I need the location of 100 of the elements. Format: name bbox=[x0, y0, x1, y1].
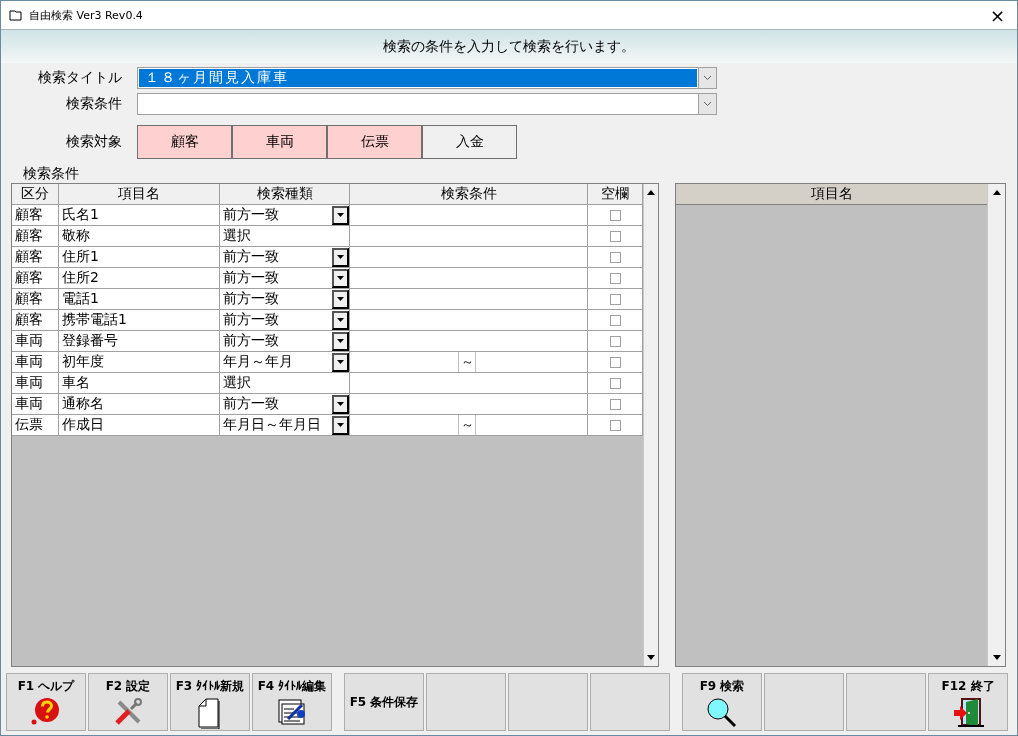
blank-key[interactable] bbox=[508, 673, 588, 731]
scrollbar[interactable] bbox=[987, 184, 1005, 666]
dropdown-button[interactable] bbox=[332, 268, 349, 288]
tools-icon bbox=[113, 697, 143, 727]
checkbox[interactable] bbox=[609, 398, 621, 410]
blank-key[interactable] bbox=[426, 673, 506, 731]
header-banner: 検索の条件を入力して検索を行います。 bbox=[1, 29, 1017, 63]
scrollbar[interactable] bbox=[643, 184, 658, 666]
checkbox[interactable] bbox=[609, 272, 621, 284]
match-type-dropdown[interactable]: 前方一致 bbox=[220, 268, 350, 289]
table-cell: 敬称 bbox=[59, 226, 220, 247]
dropdown-button[interactable] bbox=[332, 247, 349, 267]
table-cell: 住所1 bbox=[59, 247, 220, 268]
condition-input[interactable] bbox=[350, 205, 588, 226]
condition-input[interactable] bbox=[350, 226, 588, 247]
condition-input[interactable] bbox=[350, 331, 588, 352]
dropdown-button[interactable] bbox=[332, 310, 349, 330]
target-toggle[interactable]: 伝票 bbox=[327, 125, 422, 159]
table-cell: 登録番号 bbox=[59, 331, 220, 352]
function-key[interactable]: F1 ヘルプ bbox=[6, 673, 86, 731]
dropdown-button[interactable] bbox=[332, 352, 349, 372]
table-cell: 顧客 bbox=[12, 289, 59, 310]
table-cell: 車両 bbox=[12, 352, 59, 373]
dropdown-arrow-icon bbox=[337, 318, 344, 322]
match-type-dropdown[interactable]: 年月日～年月日 bbox=[220, 415, 350, 436]
condition-input[interactable] bbox=[350, 289, 588, 310]
dropdown-button[interactable] bbox=[332, 289, 349, 309]
checkbox[interactable] bbox=[609, 209, 621, 221]
checkbox[interactable] bbox=[609, 419, 621, 431]
dropdown-button[interactable] bbox=[332, 331, 349, 351]
condition-input[interactable] bbox=[350, 247, 588, 268]
title-combo[interactable]: １８ヶ月間見入庫車 bbox=[137, 67, 717, 89]
checkbox[interactable] bbox=[609, 335, 621, 347]
exit-door-icon bbox=[952, 697, 984, 727]
column-header: 項目名 bbox=[59, 184, 220, 205]
column-header: 区分 bbox=[12, 184, 59, 205]
range-separator: ～ bbox=[458, 415, 476, 435]
table-cell: 氏名1 bbox=[59, 205, 220, 226]
match-type-dropdown[interactable]: 前方一致 bbox=[220, 289, 350, 310]
table-cell: 通称名 bbox=[59, 394, 220, 415]
table-cell: 選択 bbox=[220, 373, 350, 394]
field-label: 検索対象 bbox=[65, 133, 122, 151]
column-header: 検索種類 bbox=[220, 184, 350, 205]
dropdown-arrow-icon bbox=[337, 255, 344, 259]
table-cell: 顧客 bbox=[12, 205, 59, 226]
checkbox[interactable] bbox=[609, 314, 621, 326]
checkbox[interactable] bbox=[609, 356, 621, 368]
target-toggle[interactable]: 顧客 bbox=[137, 125, 232, 159]
table-cell: 携帯電話1 bbox=[59, 310, 220, 331]
table-cell: 住所2 bbox=[59, 268, 220, 289]
section-label: 検索条件 bbox=[22, 164, 80, 183]
table-cell: 顧客 bbox=[12, 226, 59, 247]
checkbox[interactable] bbox=[609, 251, 621, 263]
condition-input[interactable] bbox=[350, 394, 588, 415]
condition-input[interactable]: ～ bbox=[350, 415, 588, 436]
condition-input[interactable] bbox=[350, 310, 588, 331]
checkbox[interactable] bbox=[609, 230, 621, 242]
blank-key[interactable] bbox=[846, 673, 926, 731]
dropdown-button[interactable] bbox=[332, 394, 349, 414]
function-key[interactable]: F5 条件保存 bbox=[344, 673, 424, 731]
function-key[interactable]: F4 ﾀｲﾄﾙ編集 bbox=[252, 673, 332, 731]
function-key[interactable]: F2 設定 bbox=[88, 673, 168, 731]
condition-combo[interactable] bbox=[137, 93, 717, 115]
checkbox[interactable] bbox=[609, 377, 621, 389]
dropdown-arrow-icon bbox=[337, 276, 344, 280]
dropdown-arrow-icon bbox=[337, 402, 344, 406]
column-header: 検索条件 bbox=[350, 184, 588, 205]
target-toggle[interactable]: 車両 bbox=[232, 125, 327, 159]
chevron-down-icon bbox=[703, 75, 712, 81]
field-label: 検索タイトル bbox=[37, 69, 122, 87]
checkbox[interactable] bbox=[609, 293, 621, 305]
function-key[interactable]: F3 ﾀｲﾄﾙ新規 bbox=[170, 673, 250, 731]
close-button[interactable]: × bbox=[985, 4, 1009, 26]
match-type-dropdown[interactable]: 年月～年月 bbox=[220, 352, 350, 373]
condition-input[interactable] bbox=[350, 268, 588, 289]
dropdown-arrow-icon bbox=[337, 339, 344, 343]
condition-input[interactable] bbox=[350, 373, 588, 394]
match-type-dropdown[interactable]: 前方一致 bbox=[220, 310, 350, 331]
dropdown-button[interactable] bbox=[332, 415, 349, 435]
blank-key[interactable] bbox=[764, 673, 844, 731]
scroll-up-icon bbox=[992, 190, 1001, 195]
table-cell: 車両 bbox=[12, 331, 59, 352]
match-type-dropdown[interactable]: 前方一致 bbox=[220, 205, 350, 226]
match-type-dropdown[interactable]: 前方一致 bbox=[220, 394, 350, 415]
table-cell: 顧客 bbox=[12, 310, 59, 331]
table-cell: 顧客 bbox=[12, 247, 59, 268]
column-header: 空欄 bbox=[588, 184, 643, 205]
window-title: 自由検索 Ver3 Rev0.4 bbox=[29, 7, 144, 23]
blank-key[interactable] bbox=[590, 673, 670, 731]
column-header: 項目名 bbox=[676, 184, 987, 205]
match-type-dropdown[interactable]: 前方一致 bbox=[220, 331, 350, 352]
target-toggle[interactable]: 入金 bbox=[422, 125, 517, 159]
condition-input[interactable]: ～ bbox=[350, 352, 588, 373]
dropdown-button[interactable] bbox=[332, 205, 349, 225]
table-cell: 作成日 bbox=[59, 415, 220, 436]
document-icon bbox=[197, 697, 223, 729]
match-type-dropdown[interactable]: 前方一致 bbox=[220, 247, 350, 268]
range-separator: ～ bbox=[458, 352, 476, 372]
function-key[interactable]: F9 検索 bbox=[682, 673, 762, 731]
function-key[interactable]: F12 終了 bbox=[928, 673, 1008, 731]
